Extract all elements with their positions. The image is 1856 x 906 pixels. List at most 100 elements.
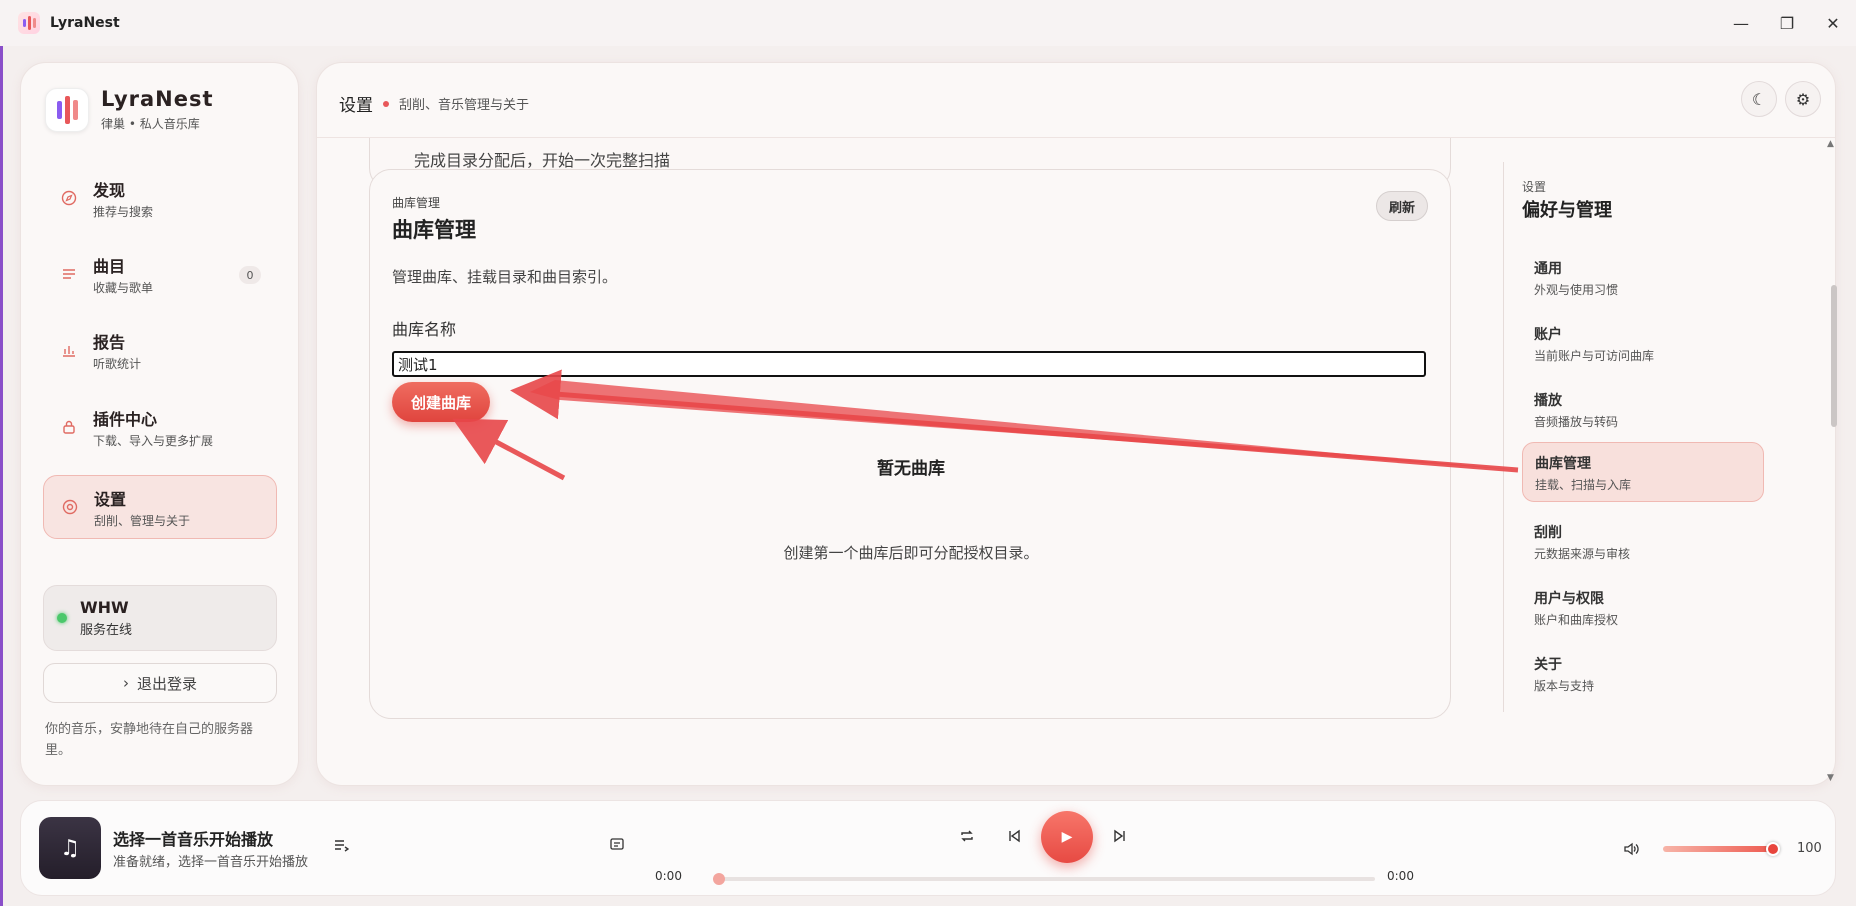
count-badge: 0 [239, 266, 261, 284]
brand: LyraNest 律巢 • 私人音乐库 [45, 87, 214, 132]
settings-nav: 设置 偏好与管理 通用外观与使用习惯 账户当前账户与可访问曲库 播放音频播放与转… [1503, 162, 1764, 712]
settings-nav-label: 关于 [1534, 657, 1562, 673]
volume-value: 100 [1797, 841, 1822, 856]
settings-nav-label: 账户 [1534, 327, 1562, 343]
sidebar: LyraNest 律巢 • 私人音乐库 发现 推荐与搜索 曲目收藏与歌单 0 报告… [20, 62, 299, 786]
sidebar-item-discover[interactable]: 发现 推荐与搜索 [43, 166, 277, 230]
settings-nav-sub: 版本与支持 [1534, 679, 1595, 693]
nav-title: 曲目 [93, 256, 126, 276]
settings-nav-item-scrape[interactable]: 刮削元数据来源与审核 [1522, 512, 1764, 572]
track-title: 选择一首音乐开始播放 [113, 830, 274, 849]
settings-nav-label: 播放 [1534, 393, 1562, 409]
card-title: 曲库管理 [392, 218, 476, 242]
repeat-icon[interactable] [957, 826, 977, 846]
minimize-icon[interactable]: — [1718, 0, 1764, 46]
gear-icon[interactable]: ⚙ [1785, 81, 1821, 117]
volume-slider[interactable] [1663, 846, 1773, 852]
scan-card-text: 完成目录分配后，开始一次完整扫描 [414, 151, 671, 170]
card-kicker: 曲库管理 [392, 196, 441, 210]
page-subtitle: 刮削、音乐管理与关于 [399, 98, 530, 113]
bar-chart-icon [59, 340, 79, 360]
nav-subtitle: 刮削、管理与关于 [94, 513, 191, 528]
scroll-up-arrow[interactable]: ▲ [1827, 139, 1834, 149]
nav-subtitle: 推荐与搜索 [93, 204, 154, 219]
card-description: 管理曲库、挂载目录和曲目索引。 [392, 268, 618, 286]
queue-icon[interactable] [331, 835, 351, 855]
previous-icon[interactable] [1004, 826, 1024, 846]
nav-subtitle: 收藏与歌单 [93, 280, 154, 295]
server-name: WHW [80, 598, 129, 617]
play-button[interactable]: ▶ [1041, 811, 1093, 863]
sidebar-item-tracks[interactable]: 曲目收藏与歌单 0 [43, 242, 277, 306]
settings-nav-sub: 外观与使用习惯 [1534, 283, 1619, 297]
lyrics-icon[interactable] [607, 835, 627, 855]
settings-nav-item-general[interactable]: 通用 外观与使用习惯 [1522, 248, 1764, 308]
moon-icon[interactable]: ☾ [1741, 81, 1777, 117]
nav-subtitle: 下载、导入与更多扩展 [93, 433, 214, 448]
settings-nav-sub: 元数据来源与审核 [1534, 547, 1631, 561]
nav-subtitle: 听歌统计 [93, 356, 142, 371]
title-dot [383, 100, 389, 107]
compass-icon [59, 188, 79, 208]
settings-nav-title: 偏好与管理 [1522, 200, 1612, 221]
settings-nav-label: 曲库管理 [1535, 456, 1591, 472]
main-header: 设置 刮削、音乐管理与关于 [339, 91, 529, 116]
status-dot [57, 613, 67, 623]
track-subtitle: 准备就绪，选择一首音乐开始播放 [113, 855, 309, 870]
logout-button[interactable]: › 退出登录 [43, 663, 277, 703]
main-panel: 设置 刮削、音乐管理与关于 ☾ ⚙ 完成目录分配后，开始一次完整扫描 曲库管理 … [316, 62, 1837, 786]
maximize-icon[interactable]: ❐ [1764, 0, 1810, 46]
refresh-button[interactable]: 刷新 [1376, 191, 1428, 221]
volume-icon[interactable] [1621, 839, 1641, 859]
settings-nav-item-library[interactable]: 曲库管理挂载、扫描与入库 [1522, 442, 1764, 502]
brand-logo [45, 87, 89, 132]
settings-nav-item-playback[interactable]: 播放 音频播放与转码 [1522, 380, 1764, 440]
scrollbar-thumb[interactable] [1831, 285, 1837, 427]
library-card: 曲库管理 曲库管理 刷新 管理曲库、挂载目录和曲目索引。 曲库名称 创建曲库 暂… [369, 169, 1451, 719]
empty-state-description: 创建第一个曲库后即可分配授权目录。 [783, 544, 1039, 562]
settings-nav-sub: 当前账户与可访问曲库 [1534, 349, 1655, 363]
next-icon[interactable] [1110, 826, 1130, 846]
music-note-icon: ♫ [39, 817, 101, 879]
sidebar-item-settings[interactable]: 设置刮削、管理与关于 [43, 475, 277, 539]
list-icon [59, 264, 79, 284]
sidebar-item-plugins[interactable]: 插件中心 下载、导入与更多扩展 [43, 395, 277, 459]
empty-state-title: 暂无曲库 [877, 459, 945, 479]
settings-nav-item-users[interactable]: 用户与权限 账户和曲库授权 [1522, 578, 1764, 638]
tagline: 你的音乐，安静地待在自己的服务器里。 [45, 722, 254, 758]
window-title: LyraNest [50, 15, 120, 31]
progress-knob[interactable] [713, 873, 725, 885]
page-title: 设置 [339, 96, 373, 116]
settings-nav-sub: 账户和曲库授权 [1534, 613, 1619, 627]
nav-title: 报告 [93, 332, 126, 352]
close-icon[interactable]: ✕ [1810, 0, 1856, 46]
server-status-box: WHW 服务在线 [43, 585, 277, 651]
volume-knob[interactable] [1766, 842, 1780, 856]
sidebar-item-reports[interactable]: 报告 听歌统计 [43, 318, 277, 382]
library-name-label: 曲库名称 [392, 320, 457, 339]
nav-title: 设置 [94, 489, 127, 509]
lock-icon [59, 417, 79, 437]
brand-subtitle: 律巢 • 私人音乐库 [101, 117, 200, 131]
settings-nav-item-account[interactable]: 账户当前账户与可访问曲库 [1522, 314, 1764, 374]
app-logo [18, 12, 40, 34]
time-total: 0:00 [1387, 869, 1414, 883]
settings-nav-sub: 音频播放与转码 [1534, 415, 1619, 429]
settings-nav-kicker: 设置 [1522, 180, 1547, 194]
window-edge [0, 0, 3, 906]
progress-track[interactable] [719, 877, 1375, 881]
title-bar: LyraNest — ❐ ✕ [0, 0, 1856, 46]
settings-nav-label: 通用 [1534, 261, 1562, 277]
scroll-area[interactable]: 完成目录分配后，开始一次完整扫描 曲库管理 曲库管理 刷新 管理曲库、挂载目录和… [317, 138, 1827, 786]
settings-nav-sub: 挂载、扫描与入库 [1535, 478, 1632, 492]
settings-nav-item-about[interactable]: 关于 版本与支持 [1522, 644, 1764, 704]
create-library-button[interactable]: 创建曲库 [392, 382, 490, 422]
scroll-down-arrow[interactable]: ▼ [1827, 773, 1834, 783]
time-current: 0:00 [655, 869, 682, 883]
logout-label: 退出登录 [136, 674, 197, 693]
player-bar: ♫ 选择一首音乐开始播放 准备就绪，选择一首音乐开始播放 ▶ 0:00 0:00… [20, 800, 1836, 896]
library-name-input[interactable] [392, 351, 1426, 377]
settings-nav-label: 刮削 [1534, 525, 1562, 541]
server-status: 服务在线 [80, 623, 133, 638]
brand-name: LyraNest [101, 87, 214, 111]
